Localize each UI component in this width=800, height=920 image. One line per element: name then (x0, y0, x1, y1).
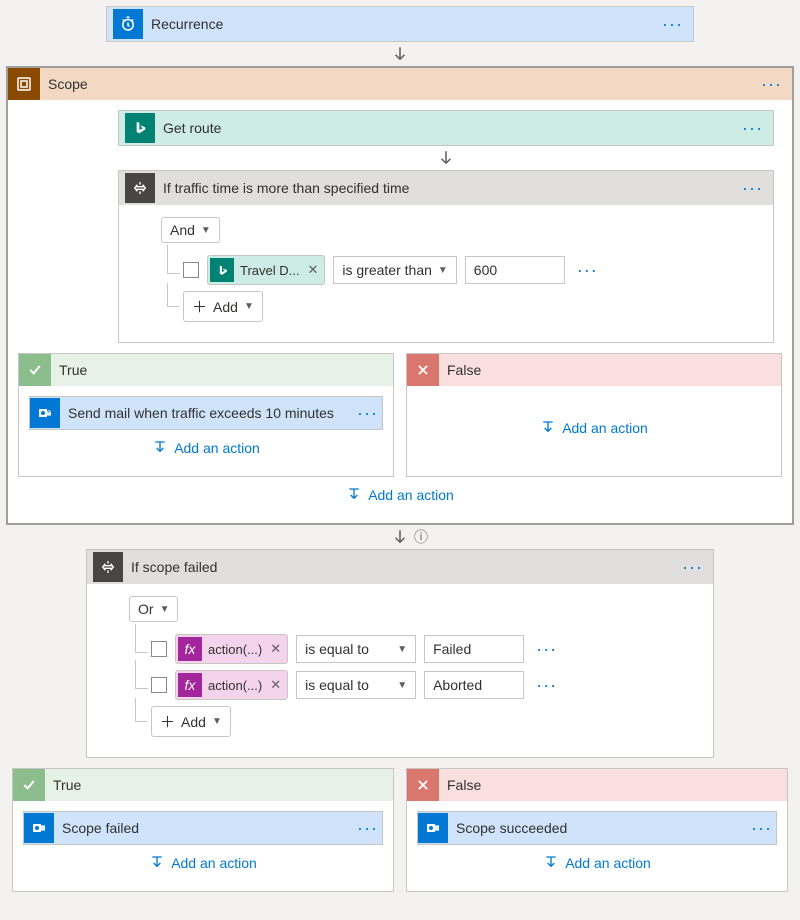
group-operator[interactable]: Or▼ (129, 596, 178, 622)
add-action-link[interactable]: Add an action (29, 430, 383, 466)
cond2-title: If scope failed (131, 559, 670, 575)
scope-menu[interactable]: ··· (757, 74, 786, 95)
cond1-title: If traffic time is more than specified t… (163, 180, 730, 196)
row-menu[interactable]: ··· (532, 639, 561, 660)
branch-false: False Add an action (406, 353, 782, 477)
scope-card: Scope ··· Get route ··· (6, 66, 794, 525)
scope-icon (8, 68, 40, 100)
arrow-icon (118, 146, 774, 170)
add-action-link[interactable]: Add an action (417, 845, 777, 881)
row-checkbox[interactable] (151, 677, 167, 693)
add-action-link[interactable]: Add an action (417, 396, 771, 460)
recurrence-title: Recurrence (151, 16, 650, 32)
action-menu[interactable]: ··· (747, 818, 776, 839)
chevron-down-icon: ▼ (160, 604, 170, 615)
remove-token-icon[interactable]: ✕ (268, 677, 283, 693)
outlook-icon (30, 398, 60, 428)
chevron-down-icon: ▼ (438, 265, 448, 276)
remove-token-icon[interactable]: ✕ (268, 641, 283, 657)
close-icon (407, 769, 439, 801)
recurrence-card[interactable]: Recurrence ··· (106, 6, 694, 42)
branch-false: False Scope succeeded ··· Add an action (406, 768, 788, 892)
action-label: Scope succeeded (448, 820, 747, 836)
value-input[interactable]: Failed (424, 635, 524, 663)
add-condition[interactable]: ＋Add▼ (151, 706, 231, 737)
get-route-menu[interactable]: ··· (738, 118, 767, 139)
fx-icon: fx (178, 673, 202, 697)
fx-icon: fx (178, 637, 202, 661)
add-condition[interactable]: ＋Add▼ (183, 291, 263, 322)
true-label: True (59, 362, 387, 378)
chevron-down-icon: ▼ (212, 716, 222, 727)
get-route-card[interactable]: Get route ··· (118, 110, 774, 146)
action-label: Send mail when traffic exceeds 10 minute… (60, 405, 353, 421)
true-label: True (53, 777, 387, 793)
group-operator[interactable]: And▼ (161, 217, 220, 243)
cond2-menu[interactable]: ··· (678, 557, 707, 578)
check-icon (19, 354, 51, 386)
false-label: False (447, 362, 775, 378)
chevron-down-icon: ▼ (397, 680, 407, 691)
remove-token-icon[interactable]: ✕ (305, 262, 320, 278)
chevron-down-icon: ▼ (201, 225, 211, 236)
row-checkbox[interactable] (151, 641, 167, 657)
comparator-select[interactable]: is equal to▼ (296, 671, 416, 699)
comparator-select[interactable]: is greater than▼ (333, 256, 456, 284)
check-icon (13, 769, 45, 801)
plus-icon: ＋ (192, 296, 207, 317)
action-label: Scope failed (54, 820, 353, 836)
condition-icon (125, 173, 155, 203)
bing-icon (210, 258, 234, 282)
branch-true: True Send mail when traffic exceeds 10 m… (18, 353, 394, 477)
row-menu[interactable]: ··· (573, 260, 602, 281)
row-menu[interactable]: ··· (532, 675, 561, 696)
plus-icon: ＋ (160, 711, 175, 732)
row-checkbox[interactable] (183, 262, 199, 278)
get-route-title: Get route (163, 120, 730, 136)
action-menu[interactable]: ··· (353, 818, 382, 839)
token-travel-duration[interactable]: Travel D... ✕ (207, 255, 325, 285)
comparator-select[interactable]: is equal to▼ (296, 635, 416, 663)
condition-row: Travel D... ✕ is greater than▼ 600 ··· (183, 255, 759, 285)
outlook-icon (24, 813, 54, 843)
chevron-down-icon: ▼ (397, 644, 407, 655)
add-action-link[interactable]: Add an action (23, 845, 383, 881)
condition-row: fxaction(...)✕ is equal to▼ Failed ··· (151, 634, 699, 664)
false-label: False (447, 777, 781, 793)
value-input[interactable]: Aborted (424, 671, 524, 699)
condition-row: fxaction(...)✕ is equal to▼ Aborted ··· (151, 670, 699, 700)
arrow-icon: ⓘ (6, 525, 794, 549)
chevron-down-icon: ▼ (244, 301, 254, 312)
arrow-icon (6, 42, 794, 66)
scope-title: Scope (48, 76, 749, 92)
scope-failed-action[interactable]: Scope failed ··· (23, 811, 383, 845)
add-action-link[interactable]: Add an action (18, 477, 782, 513)
condition-icon (93, 552, 123, 582)
action-menu[interactable]: ··· (353, 403, 382, 424)
cond1-menu[interactable]: ··· (738, 178, 767, 199)
token-expression[interactable]: fxaction(...)✕ (175, 670, 288, 700)
close-icon (407, 354, 439, 386)
scope-succeeded-action[interactable]: Scope succeeded ··· (417, 811, 777, 845)
info-icon[interactable]: ⓘ (414, 527, 428, 547)
token-expression[interactable]: fxaction(...)✕ (175, 634, 288, 664)
condition-traffic-time: If traffic time is more than specified t… (118, 170, 774, 343)
outlook-icon (418, 813, 448, 843)
recurrence-menu[interactable]: ··· (658, 14, 687, 35)
value-input[interactable]: 600 (465, 256, 565, 284)
condition-scope-failed: If scope failed ··· Or▼ fxaction(...)✕ i… (86, 549, 714, 758)
clock-icon (113, 9, 143, 39)
bing-icon (125, 113, 155, 143)
branch-true: True Scope failed ··· Add an action (12, 768, 394, 892)
send-mail-action[interactable]: Send mail when traffic exceeds 10 minute… (29, 396, 383, 430)
